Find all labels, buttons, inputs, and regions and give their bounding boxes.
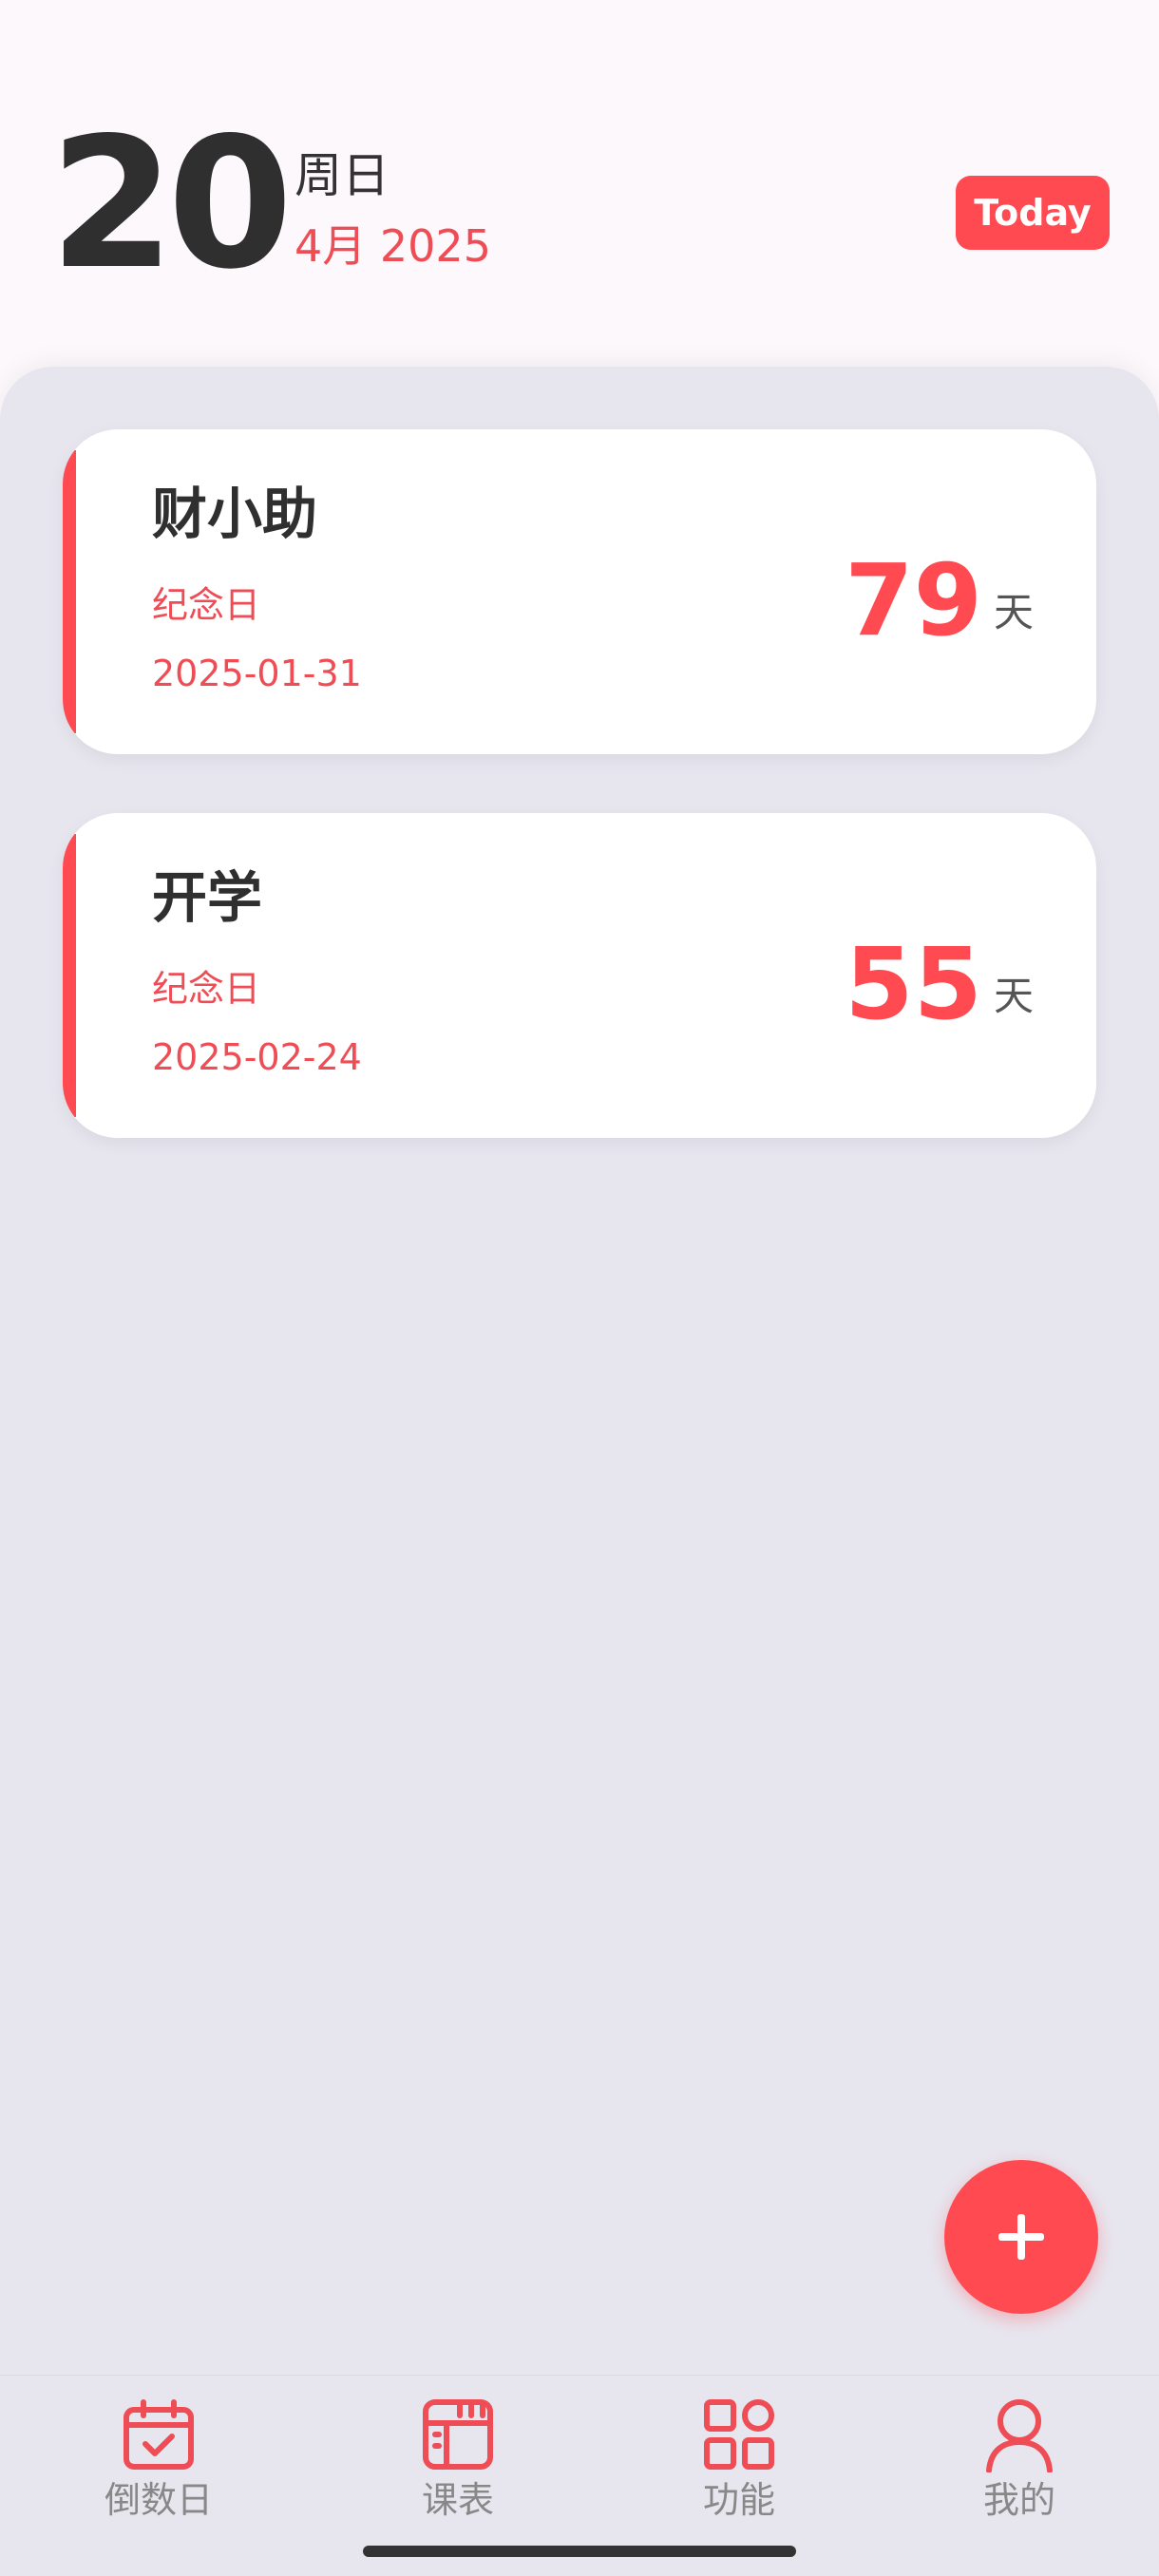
days-count: 79 <box>845 542 982 658</box>
weekday-label: 周日 <box>294 148 390 203</box>
event-card[interactable]: 财小助 纪念日 2025-01-31 79 天 <box>63 429 1096 754</box>
event-type: 纪念日 <box>152 968 261 1010</box>
event-date: 2025-02-24 <box>152 1036 362 1078</box>
days-unit: 天 <box>993 973 1034 1019</box>
header: 20 周日 4月 2025 Today <box>0 0 1159 380</box>
tab-label: 功能 <box>702 2479 775 2521</box>
tab-label: 倒数日 <box>104 2479 213 2521</box>
grid-icon <box>704 2399 774 2470</box>
plus-icon <box>998 2214 1044 2260</box>
tab-schedule[interactable]: 课表 <box>353 2385 562 2537</box>
month-year-label: 4月 2025 <box>294 220 491 272</box>
calendar-check-icon <box>124 2399 194 2470</box>
event-date: 2025-01-31 <box>152 653 362 694</box>
home-indicator[interactable] <box>363 2546 796 2557</box>
tab-profile[interactable]: 我的 <box>915 2385 1124 2537</box>
today-button[interactable]: Today <box>956 176 1110 250</box>
user-icon <box>986 2399 1053 2472</box>
tab-countdown[interactable]: 倒数日 <box>54 2385 263 2537</box>
event-type: 纪念日 <box>152 584 261 626</box>
schedule-icon <box>423 2399 493 2470</box>
event-title: 财小助 <box>152 482 318 546</box>
card-accent-bar <box>63 834 76 1117</box>
add-event-button[interactable] <box>944 2160 1098 2314</box>
days-unit: 天 <box>993 589 1034 635</box>
tab-functions[interactable]: 功能 <box>635 2385 844 2537</box>
tab-label: 课表 <box>421 2479 494 2521</box>
event-card[interactable]: 开学 纪念日 2025-02-24 55 天 <box>63 813 1096 1138</box>
card-accent-bar <box>63 450 76 733</box>
day-number: 20 <box>49 99 293 309</box>
tab-label: 我的 <box>982 2479 1055 2521</box>
event-title: 开学 <box>152 865 263 930</box>
days-count: 55 <box>845 926 982 1042</box>
